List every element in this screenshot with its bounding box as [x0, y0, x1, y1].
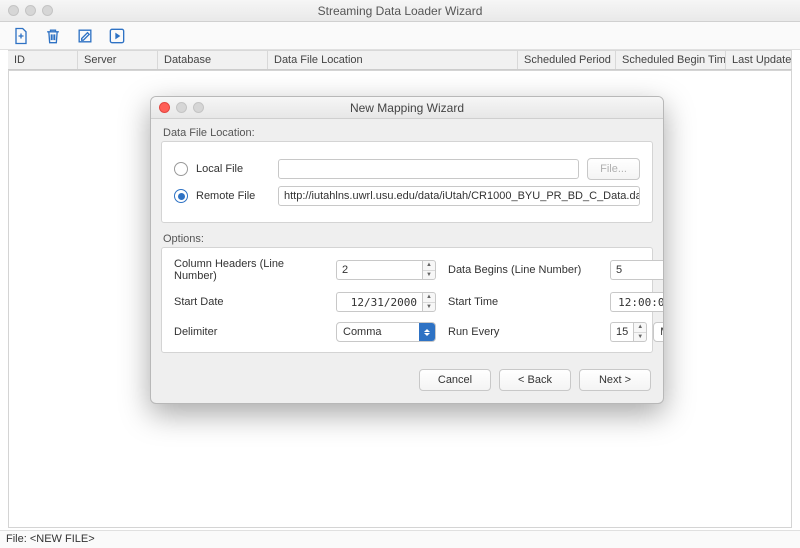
dialog-title: New Mapping Wizard [151, 101, 663, 115]
delete-button[interactable] [42, 25, 64, 47]
back-button[interactable]: < Back [499, 369, 571, 391]
stepper-buttons[interactable]: ▲▼ [422, 260, 436, 280]
remote-file-label: Remote File [196, 190, 270, 202]
main-titlebar: Streaming Data Loader Wizard [0, 0, 800, 22]
chevron-up-icon[interactable]: ▲ [423, 261, 435, 271]
edit-button[interactable] [74, 25, 96, 47]
local-file-input[interactable] [278, 159, 579, 179]
local-file-label: Local File [196, 163, 270, 175]
col-begin[interactable]: Scheduled Begin Time [616, 50, 726, 69]
chevron-up-icon[interactable]: ▲ [423, 293, 435, 303]
col-period[interactable]: Scheduled Period [518, 50, 616, 69]
edit-icon [75, 26, 95, 46]
col-headers-value[interactable]: 2 [336, 260, 422, 280]
options-panel: Column Headers (Line Number) 2 ▲▼ Data B… [161, 247, 653, 353]
col-headers-label: Column Headers (Line Number) [174, 258, 324, 282]
data-begins-value[interactable]: 5 [610, 260, 664, 280]
dialog-footer: Cancel < Back Next > [151, 363, 663, 403]
start-date-stepper[interactable]: 12/31/2000 ▲▼ [336, 292, 436, 312]
data-begins-label: Data Begins (Line Number) [448, 264, 598, 276]
col-headers-stepper[interactable]: 2 ▲▼ [336, 260, 436, 280]
remote-file-radio[interactable] [174, 189, 188, 203]
col-id[interactable]: ID [8, 50, 78, 69]
stepper-buttons[interactable]: ▲▼ [633, 322, 647, 342]
delimiter-select[interactable]: Comma [336, 322, 436, 342]
grid-header-row: ID Server Database Data File Location Sc… [8, 50, 792, 70]
window-title: Streaming Data Loader Wizard [0, 4, 800, 18]
toolbar [0, 22, 800, 50]
run-every-unit-select[interactable]: Minute [653, 322, 664, 342]
chevron-up-icon[interactable]: ▲ [634, 323, 646, 333]
new-mapping-dialog: New Mapping Wizard Data File Location: L… [150, 96, 664, 404]
new-file-button[interactable] [10, 25, 32, 47]
start-time-stepper[interactable]: 12:00:00 AM ▲▼ [610, 292, 664, 312]
run-every-stepper[interactable]: 15 ▲▼ [610, 322, 647, 342]
col-server[interactable]: Server [78, 50, 158, 69]
chevron-down-icon[interactable]: ▼ [423, 271, 435, 280]
delimiter-label: Delimiter [174, 326, 324, 338]
stepper-buttons[interactable]: ▲▼ [422, 292, 436, 312]
run-every-unit-value: Minute [654, 326, 664, 338]
chevron-down-icon[interactable]: ▼ [423, 303, 435, 312]
col-database[interactable]: Database [158, 50, 268, 69]
file-browse-button[interactable]: File... [587, 158, 640, 180]
data-begins-stepper[interactable]: 5 ▲▼ [610, 260, 664, 280]
status-text: File: <NEW FILE> [6, 533, 95, 545]
chevron-down-icon[interactable]: ▼ [634, 333, 646, 342]
section-location-label: Data File Location: [163, 127, 651, 139]
col-datafile[interactable]: Data File Location [268, 50, 518, 69]
new-file-icon [11, 26, 31, 46]
grid-header-area: ID Server Database Data File Location Sc… [8, 50, 792, 70]
col-last[interactable]: Last Update [726, 50, 792, 69]
next-button[interactable]: Next > [579, 369, 651, 391]
run-every-label: Run Every [448, 326, 598, 338]
start-date-label: Start Date [174, 296, 324, 308]
delimiter-value: Comma [337, 326, 419, 338]
section-options-label: Options: [163, 233, 651, 245]
start-time-label: Start Time [448, 296, 598, 308]
run-button[interactable] [106, 25, 128, 47]
select-caret-icon [419, 323, 435, 341]
start-date-value[interactable]: 12/31/2000 [336, 292, 422, 312]
location-panel: Local File File... Remote File http://iu… [161, 141, 653, 223]
trash-icon [43, 26, 63, 46]
play-icon [107, 26, 127, 46]
dialog-titlebar: New Mapping Wizard [151, 97, 663, 119]
local-file-radio[interactable] [174, 162, 188, 176]
cancel-button[interactable]: Cancel [419, 369, 491, 391]
start-time-value[interactable]: 12:00:00 AM [610, 292, 664, 312]
run-every-value[interactable]: 15 [610, 322, 633, 342]
status-bar: File: <NEW FILE> [0, 530, 800, 548]
remote-file-input[interactable]: http://iutahlns.uwrl.usu.edu/data/iUtah/… [278, 186, 640, 206]
